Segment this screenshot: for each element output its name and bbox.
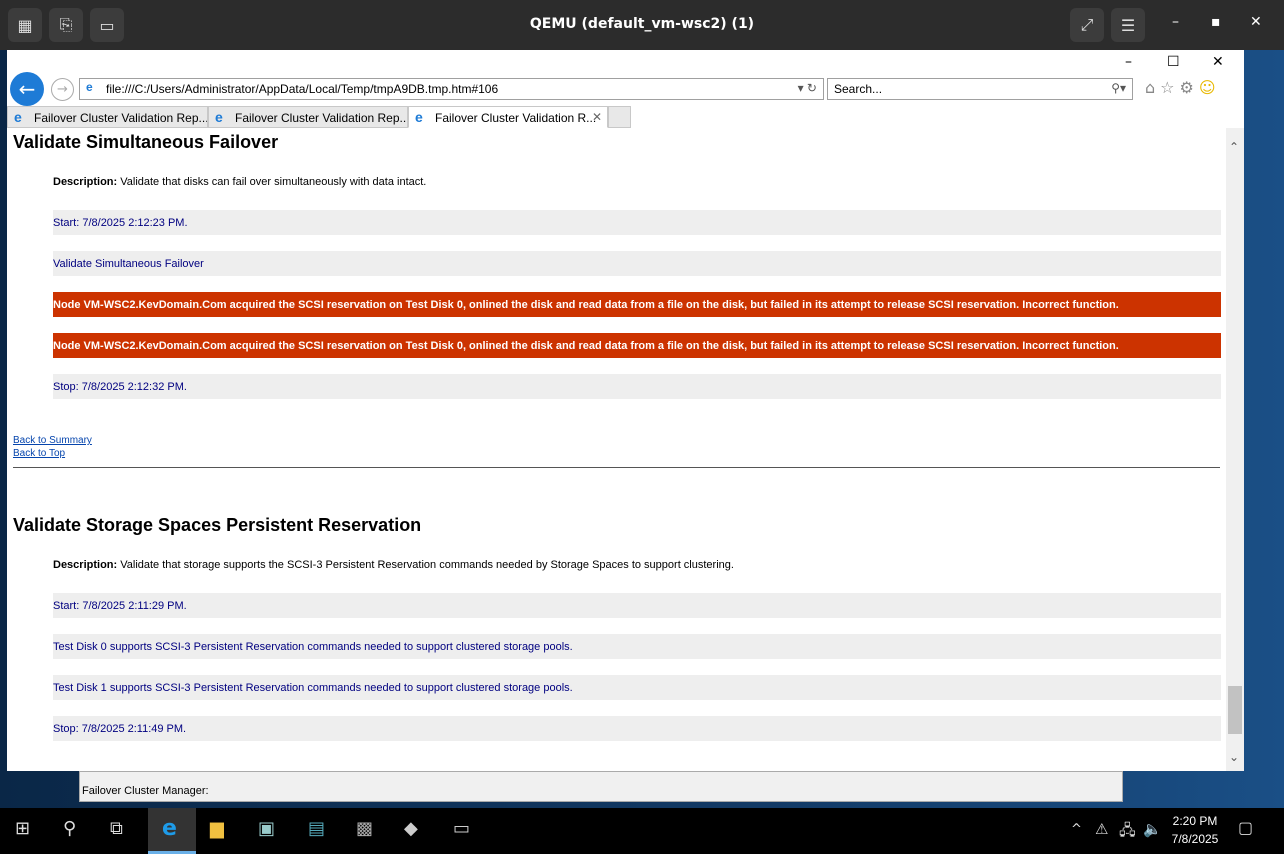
- task-view-icon[interactable]: ⧉: [110, 818, 123, 839]
- divider: [13, 467, 1220, 468]
- favorites-icon[interactable]: ☆: [1160, 78, 1179, 97]
- minimize-button[interactable]: –: [1172, 14, 1179, 30]
- log-row: Start: 7/8/2025 2:12:23 PM.: [53, 210, 1221, 235]
- show-hidden-icons[interactable]: ^: [1071, 822, 1082, 837]
- smiley-icon[interactable]: ☺: [1199, 78, 1221, 97]
- error-row: Node VM-WSC2.KevDomain.Com acquired the …: [53, 292, 1221, 317]
- description-text: Validate that disks can fail over simult…: [117, 176, 427, 188]
- cmd-icon[interactable]: ▭: [453, 818, 470, 839]
- section-heading: Validate Storage Spaces Persistent Reser…: [13, 515, 422, 535]
- log-row: Test Disk 0 supports SCSI-3 Persistent R…: [53, 634, 1221, 659]
- scroll-down-icon[interactable]: ⌄: [1229, 750, 1239, 764]
- description: Description: Validate that disks can fai…: [53, 176, 426, 188]
- ie-icon: e: [162, 816, 177, 841]
- tab-label: Failover Cluster Validation Rep...: [34, 111, 208, 125]
- hyper-v-icon[interactable]: ◆: [404, 818, 418, 839]
- tab-1[interactable]: e Failover Cluster Validation Rep...: [7, 106, 208, 128]
- search-icon[interactable]: ⚲: [63, 818, 76, 839]
- ie-close-button[interactable]: ✕: [1212, 54, 1224, 70]
- close-tab-icon[interactable]: ✕: [592, 110, 602, 124]
- new-tab-button[interactable]: [608, 106, 631, 128]
- log-row: Validate Simultaneous Failover: [53, 251, 1221, 276]
- clock[interactable]: 2:20 PM 7/8/2025: [1170, 814, 1220, 846]
- ie-maximize-button[interactable]: ☐: [1167, 54, 1180, 70]
- description-label: Description:: [53, 559, 118, 571]
- back-button[interactable]: ←: [10, 72, 44, 106]
- refresh-icon[interactable]: ▾ ↻: [798, 81, 817, 95]
- time: 2:20 PM: [1172, 814, 1218, 828]
- cluster-manager-icon[interactable]: ▤: [308, 818, 325, 839]
- close-button[interactable]: ✕: [1250, 14, 1262, 30]
- server-manager-icon[interactable]: ▣: [258, 818, 275, 839]
- ie-icon: e: [14, 109, 22, 125]
- search-input[interactable]: Search... ⚲▾: [827, 78, 1133, 100]
- scrollbar-thumb[interactable]: [1228, 686, 1242, 734]
- tab-2[interactable]: e Failover Cluster Validation Rep...: [208, 106, 408, 128]
- ie-taskbar-button[interactable]: e: [148, 808, 196, 854]
- qemu-titlebar: ▦ ⎘ ▭ QEMU (default_vm-wsc2) (1) ⤢ ☰ – ▪…: [0, 0, 1284, 50]
- description-text: Validate that storage supports the SCSI-…: [117, 559, 734, 571]
- fullscreen-icon[interactable]: ⤢: [1070, 8, 1104, 42]
- admin-tools-icon[interactable]: ▩: [356, 818, 373, 839]
- ie-minimize-button[interactable]: –: [1125, 54, 1132, 70]
- action-center-alert-icon[interactable]: ⚠: [1095, 820, 1108, 838]
- description-label: Description:: [53, 176, 118, 188]
- back-to-summary-link[interactable]: Back to Summary: [13, 435, 92, 446]
- description: Description: Validate that storage suppo…: [53, 559, 734, 571]
- taskbar: ⊞ ⚲ ⧉ e ▆ ▣ ▤ ▩ ◆ ▭ ^ ⚠ 🖧 🔈 2:20 PM 7/8/2…: [0, 808, 1284, 854]
- gear-icon[interactable]: ⚙: [1180, 78, 1199, 97]
- file-explorer-icon[interactable]: ▆: [210, 818, 224, 839]
- tab-label: Failover Cluster Validation Rep...: [235, 111, 408, 125]
- log-row: Stop: 7/8/2025 2:12:32 PM.: [53, 374, 1221, 399]
- network-icon[interactable]: 🖧: [1119, 820, 1136, 845]
- start-icon[interactable]: ⊞: [15, 818, 30, 839]
- toolbar-icons: ⌂☆⚙☺: [1145, 78, 1221, 97]
- ie-icon: e: [215, 109, 223, 125]
- failover-cluster-manager-window: Failover Cluster Manager:: [79, 771, 1123, 802]
- status-text: Failover Cluster Manager:: [82, 785, 209, 797]
- back-to-top-link[interactable]: Back to Top: [13, 448, 65, 459]
- scroll-up-icon[interactable]: ⌃: [1229, 140, 1239, 154]
- volume-muted-icon[interactable]: 🔈: [1143, 820, 1162, 838]
- address-bar[interactable]: e file:///C:/Users/Administrator/AppData/…: [79, 78, 824, 100]
- home-icon[interactable]: ⌂: [1145, 78, 1160, 97]
- notifications-icon[interactable]: ▢: [1238, 818, 1253, 837]
- log-row: Start: 7/8/2025 2:11:29 PM.: [53, 593, 1221, 618]
- search-icon[interactable]: ⚲▾: [1111, 81, 1126, 95]
- tab-label: Failover Cluster Validation R...: [435, 111, 597, 125]
- maximize-button[interactable]: ▪: [1211, 14, 1221, 30]
- ie-window: – ☐ ✕ ← → e file:///C:/Users/Administrato…: [7, 50, 1244, 771]
- tab-3-active[interactable]: e Failover Cluster Validation R... ✕: [408, 106, 608, 128]
- page-content: Validate Simultaneous Failover Descripti…: [7, 128, 1226, 771]
- log-row: Test Disk 1 supports SCSI-3 Persistent R…: [53, 675, 1221, 700]
- menu-icon[interactable]: ☰: [1111, 8, 1145, 42]
- vertical-scrollbar[interactable]: ⌃ ⌄: [1226, 128, 1244, 771]
- log-row: Stop: 7/8/2025 2:11:49 PM.: [53, 716, 1221, 741]
- forward-button[interactable]: →: [51, 78, 74, 101]
- search-placeholder: Search...: [834, 82, 883, 96]
- date: 7/8/2025: [1171, 832, 1219, 846]
- error-row: Node VM-WSC2.KevDomain.Com acquired the …: [53, 333, 1221, 358]
- ie-icon: e: [86, 80, 93, 94]
- section-heading: Validate Simultaneous Failover: [13, 132, 279, 152]
- ie-icon: e: [415, 109, 423, 125]
- url-text: file:///C:/Users/Administrator/AppData/L…: [106, 82, 499, 96]
